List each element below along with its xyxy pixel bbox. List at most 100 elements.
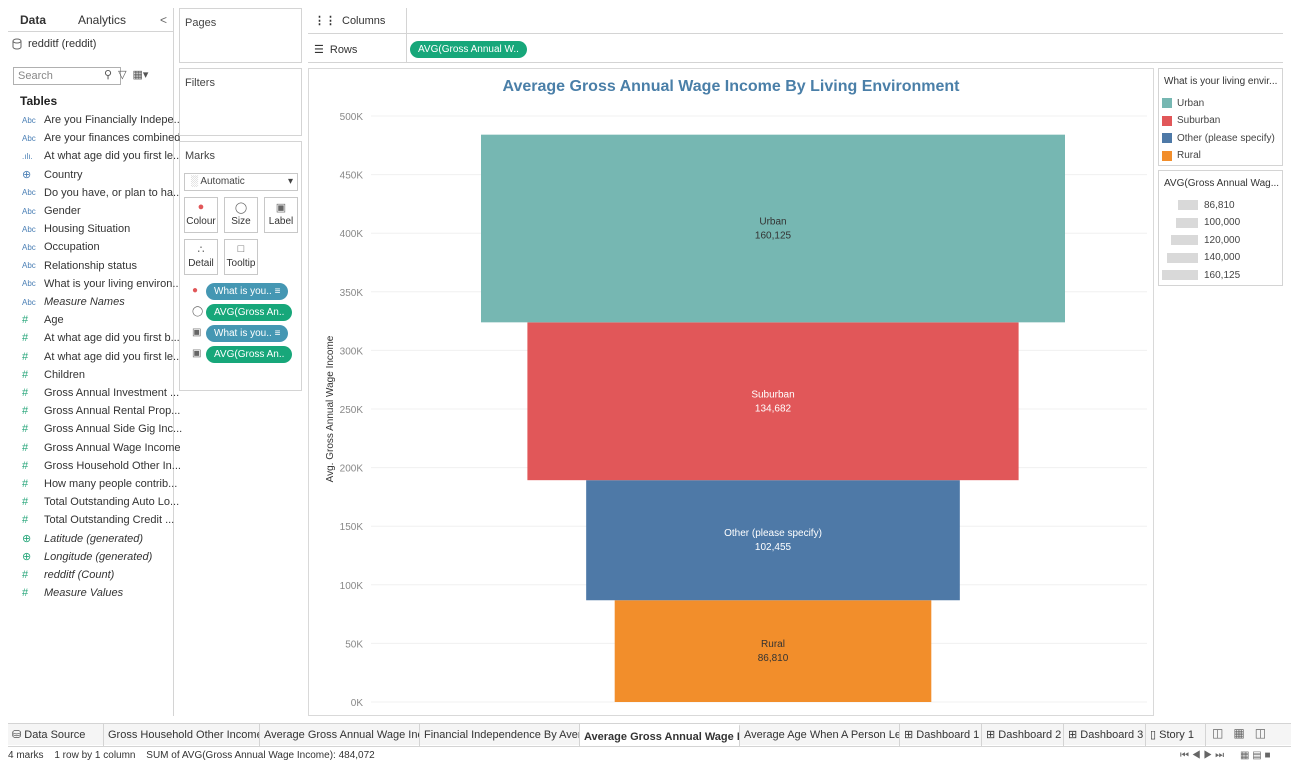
sheet-tab[interactable]: Average Age When A Person Le... [740,724,900,746]
field-item[interactable]: Abc Are you Financially Indepe... [22,112,183,128]
new-worksheet-icon[interactable]: ◫ [1212,726,1223,740]
field-item[interactable]: # Total Outstanding Credit ... [22,512,174,528]
field-item[interactable]: # How many people contrib... [22,476,177,492]
sheet-tab-bar: ⛁ Data Source Gross Household Other Incom… [8,723,1291,746]
field-item[interactable]: # At what age did you first le... [22,349,182,365]
label-encoding-icon-2: ▣ [192,348,202,359]
field-item[interactable]: # Age [22,312,64,328]
field-item[interactable]: # redditf (Count) [22,567,114,583]
size-legend-item[interactable]: 86,810 [1178,199,1235,211]
chart-view[interactable]: Average Gross Annual Wage Income By Livi… [308,68,1154,716]
field-item[interactable]: Abc Are your finances combined [22,130,180,146]
sheet-tab[interactable]: Financial Independence By Aver... [420,724,580,746]
legend-item[interactable]: Suburban [1162,114,1220,128]
size-legend-item[interactable]: 120,000 [1171,234,1240,246]
size-legend[interactable]: AVG(Gross Annual Wag... 86,810 100,000 120… [1158,170,1283,286]
field-item[interactable]: # Gross Annual Wage Income [22,440,181,456]
field-name: How many people contrib... [44,478,178,490]
pages-shelf[interactable]: Pages [179,8,302,63]
tab-analytics[interactable]: Analytics [78,13,126,27]
legend-item[interactable]: Other (please specify) [1162,131,1275,145]
colour-pill[interactable]: What is you.. ≡ [206,283,289,300]
view-mode-icons[interactable]: ▦ ▤ ■ [1240,747,1271,765]
sheet-navigation[interactable]: ⏮ ◀ ▶ ⏭ [1180,747,1224,765]
field-item[interactable]: Abc Measure Names [22,294,125,310]
new-story-icon[interactable]: ◫ [1255,726,1266,740]
number-type-icon: # [22,423,29,436]
size-legend-bar [1166,252,1198,263]
number-type-icon: # [22,514,29,527]
tooltip-button[interactable]: □ Tooltip [224,239,258,275]
y-tick-label: 50K [345,639,363,650]
size-legend-item[interactable]: 100,000 [1175,217,1241,229]
field-item[interactable]: # Measure Values [22,585,123,601]
collapse-pane-button[interactable]: < [160,13,167,27]
field-item[interactable]: # Gross Household Other In... [22,458,181,474]
rows-shelf[interactable]: ☰ Rows [314,43,357,57]
datasource-row[interactable]: redditf (reddit) [12,36,96,52]
colour-label: Colour [186,216,216,227]
field-item[interactable]: .ılı. At what age did you first le... [22,148,182,164]
new-dashboard-icon[interactable]: ▦ [1233,726,1244,740]
view-options-icon[interactable]: ▦▾ [133,68,149,81]
field-item[interactable]: Abc Do you have, or plan to ha... [22,185,182,201]
legend-swatch [1162,115,1172,126]
field-item[interactable]: # Gross Annual Side Gig Inc... [22,421,182,437]
size-legend-item[interactable]: 160,125 [1162,269,1240,281]
label-pill-dimension[interactable]: What is you.. ≡ [206,325,289,342]
field-item[interactable]: # Total Outstanding Auto Lo... [22,494,179,510]
size-legend-label: 160,125 [1204,269,1241,281]
label-pill-measure[interactable]: AVG(Gross An.. [206,346,293,363]
tab-data[interactable]: Data [20,13,46,27]
field-item[interactable]: # Gross Annual Investment ... [22,385,179,401]
sheet-tab[interactable]: ▯ Story 1 [1146,724,1206,746]
size-legend-item[interactable]: 140,000 [1166,252,1240,264]
sheet-tab[interactable]: Average Gross Annual Wage Inc... [260,724,420,746]
bar-chart-icon: ░ [191,176,199,187]
sheet-tab[interactable]: Gross Household Other Income ... [104,724,260,746]
field-item[interactable]: Abc Gender [22,203,81,219]
legend-label: Urban [1177,97,1205,109]
colour-button[interactable]: ● Colour [184,197,218,233]
sheet-tab[interactable]: ⊞ Dashboard 3 [1064,724,1146,746]
search-icon[interactable]: ⚲ [104,68,112,81]
detail-label: Detail [188,258,214,269]
size-pill[interactable]: AVG(Gross An.. [206,304,293,321]
field-item[interactable]: # At what age did you first b... [22,330,180,346]
field-item[interactable]: Abc What is your living environ... [22,276,182,292]
columns-shelf[interactable]: ⋮⋮ Columns [314,14,385,28]
field-item[interactable]: ⊕ Latitude (generated) [22,531,143,547]
field-item[interactable]: Abc Occupation [22,239,100,255]
detail-button[interactable]: ∴ Detail [184,239,218,275]
field-item[interactable]: # Gross Annual Rental Prop... [22,403,180,419]
field-item[interactable]: # Children [22,367,85,383]
colour-encoding-icon: ● [192,285,199,296]
sheet-tab[interactable]: ⊞ Dashboard 2 [982,724,1064,746]
field-item[interactable]: ⊕ Country [22,167,83,183]
label-button[interactable]: ▣ Label [264,197,298,233]
mark-type-dropdown[interactable]: ░ Automatic ▾ [184,173,298,191]
rows-pill[interactable]: AVG(Gross Annual W.. [410,41,527,58]
field-item[interactable]: Abc Housing Situation [22,221,130,237]
status-rows: 1 row by 1 column [54,750,136,761]
colour-icon: ● [197,201,205,213]
y-tick-label: 200K [340,464,364,475]
field-item[interactable]: Abc Relationship status [22,258,137,274]
sheet-tab[interactable]: Average Gross Annual Wage In... [580,724,740,746]
sheet-tab[interactable]: ⛁ Data Source [8,724,104,746]
sheet-tab[interactable]: ⊞ Dashboard 1 [900,724,982,746]
size-legend-label: 100,000 [1203,217,1241,228]
field-name: Longitude (generated) [44,550,153,563]
chart-canvas: 0K 50K 100K 150K 200K 250K 300K 350K 400K 450K 500… [325,112,1147,709]
legend-item[interactable]: Urban [1162,96,1204,110]
size-button[interactable]: ◯ Size [224,197,258,233]
field-item[interactable]: ⊕ Longitude (generated) [22,549,152,565]
columns-icon: ⋮⋮ [314,15,336,27]
filter-icon[interactable]: ▽ [118,68,126,81]
colour-legend[interactable]: What is your living envir... Urban Suburb… [1158,68,1283,166]
legend-item[interactable]: Rural [1162,149,1201,163]
field-name: Latitude (generated) [44,532,144,545]
y-tick-label: 350K [340,288,364,299]
filters-shelf[interactable]: Filters [179,68,302,136]
field-name: Children [44,368,85,381]
